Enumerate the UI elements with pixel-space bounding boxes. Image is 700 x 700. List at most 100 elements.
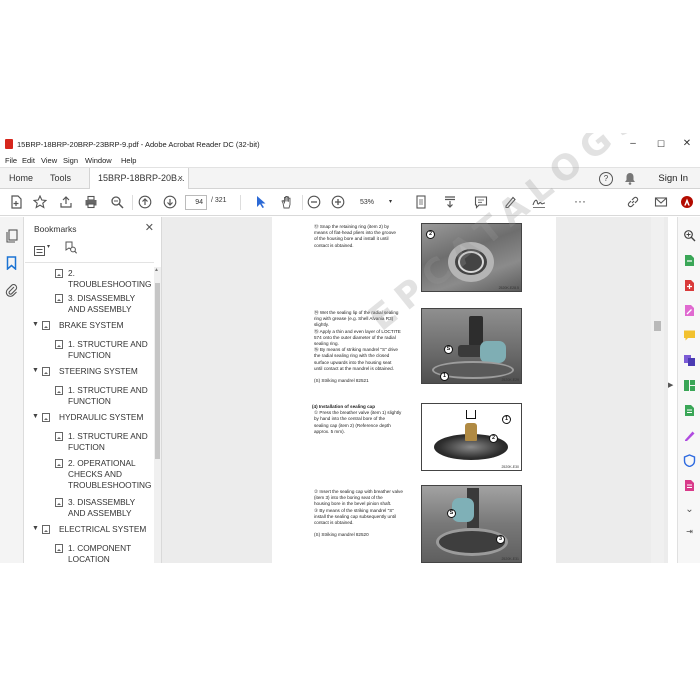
bookmark-component-location-b[interactable]: LOCATION xyxy=(68,554,110,563)
menu-help[interactable]: Help xyxy=(121,156,136,165)
tab-document[interactable]: 15BRP-18BRP-20B... × xyxy=(89,168,189,190)
zoom-out-icon[interactable] xyxy=(307,195,321,209)
page-thumbnails-icon[interactable] xyxy=(5,229,19,243)
search-icon[interactable] xyxy=(110,195,124,209)
bookmark-hydraulic-system[interactable]: HYDRAULIC SYSTEM xyxy=(59,412,143,423)
collapse-right-panel-icon[interactable]: ▶ xyxy=(668,381,673,389)
bookmarks-icon[interactable] xyxy=(6,256,17,271)
select-cursor-icon[interactable] xyxy=(254,195,268,209)
bookmark-electrical-system[interactable]: ELECTRICAL SYSTEM xyxy=(59,524,146,535)
steps-sealing-cap-install-text: ② Insert the sealing cap with breather v… xyxy=(314,489,403,538)
bookmark-brake-system[interactable]: BRAKE SYSTEM xyxy=(59,320,124,331)
page-fit-icon[interactable] xyxy=(414,195,428,209)
email-icon[interactable] xyxy=(654,195,668,209)
scan-ocr-icon[interactable] xyxy=(683,404,696,417)
tools-rail: ⌄ ⇥ xyxy=(677,217,700,563)
bookmark-steering-system[interactable]: STEERING SYSTEM xyxy=(59,366,138,377)
create-pdf-icon[interactable] xyxy=(9,195,23,209)
comment-tool-icon[interactable] xyxy=(683,329,696,342)
bookmark-troubleshooting-1b[interactable]: TROUBLESHOOTING xyxy=(68,279,151,290)
bookmark-component-location[interactable]: 1. COMPONENT xyxy=(68,543,131,554)
minimize-button[interactable]: – xyxy=(626,137,640,151)
bookmark-hydraulic-disassembly-b[interactable]: AND ASSEMBLY xyxy=(68,508,131,519)
bookmark-brake-structure[interactable]: 1. STRUCTURE AND xyxy=(68,339,148,350)
bookmark-hydraulic-structure[interactable]: 1. STRUCTURE AND xyxy=(68,431,148,442)
bookmark-icon xyxy=(42,367,50,376)
zoom-in-icon[interactable] xyxy=(331,195,345,209)
export-pdf-icon[interactable] xyxy=(683,254,696,267)
bookmark-disassembly-1[interactable]: 3. DISASSEMBLY xyxy=(68,293,135,304)
bookmark-steering-structure[interactable]: 1. STRUCTURE AND xyxy=(68,385,148,396)
steps-14-16-text: ⑭ Wet the sealing lip of the radial seal… xyxy=(314,310,401,384)
bookmarks-scroll-thumb[interactable] xyxy=(155,283,160,459)
chevron-down-icon[interactable]: ▼ xyxy=(32,413,39,420)
zoom-level-value: 53% xyxy=(360,199,375,206)
tab-bar: Home Tools 15BRP-18BRP-20B... × ? Sign I… xyxy=(0,167,700,190)
chevron-down-icon[interactable]: ▾ xyxy=(47,243,50,250)
previous-page-icon[interactable] xyxy=(138,195,152,209)
bookmark-star-icon[interactable] xyxy=(33,195,47,209)
edit-pdf-icon[interactable] xyxy=(683,304,696,317)
protect-icon[interactable] xyxy=(683,454,696,468)
bookmark-hydraulic-structure-b[interactable]: FUCTION xyxy=(68,442,105,453)
document-scrollbar[interactable] xyxy=(651,217,664,563)
zoom-level-select[interactable]: 53% ▾ xyxy=(352,195,402,210)
close-tab-icon[interactable]: × xyxy=(178,168,183,189)
organize-pages-icon[interactable] xyxy=(683,379,696,392)
signature-icon[interactable] xyxy=(532,195,546,209)
chevron-down-icon[interactable]: ▼ xyxy=(32,321,39,328)
upload-icon[interactable] xyxy=(59,195,73,209)
next-page-icon[interactable] xyxy=(163,195,177,209)
bookmark-troubleshooting-1[interactable]: 2. xyxy=(68,268,75,279)
find-bookmark-icon[interactable] xyxy=(65,241,78,254)
more-tools-button[interactable]: ··· xyxy=(574,194,586,208)
bookmark-brake-structure-b[interactable]: FUNCTION xyxy=(68,350,111,361)
hand-tool-icon[interactable] xyxy=(280,195,294,209)
help-icon[interactable]: ? xyxy=(599,172,613,186)
maximize-button[interactable]: ☐ xyxy=(654,137,668,151)
chevron-down-icon[interactable]: ⌄ xyxy=(683,504,696,517)
callout-3: 3 xyxy=(496,535,505,544)
menu-view[interactable]: View xyxy=(41,156,57,165)
bookmark-hydraulic-checks[interactable]: 2. OPERATIONAL xyxy=(68,458,136,469)
share-link-icon[interactable] xyxy=(626,195,640,209)
highlight-pen-icon[interactable] xyxy=(503,195,517,209)
bookmark-hydraulic-disassembly[interactable]: 3. DISASSEMBLY xyxy=(68,497,135,508)
adobe-account-icon[interactable] xyxy=(680,195,694,209)
close-panel-icon[interactable]: ✕ xyxy=(145,221,154,234)
sign-in-button[interactable]: Sign In xyxy=(658,168,688,189)
bookmark-hydraulic-checks-b[interactable]: CHECKS AND xyxy=(68,469,122,480)
fill-sign-icon[interactable] xyxy=(683,429,696,442)
bookmark-options-icon[interactable] xyxy=(34,243,45,256)
bookmark-icon xyxy=(42,413,50,422)
bookmark-hydraulic-checks-c[interactable]: TROUBLESHOOTING xyxy=(68,480,151,491)
callout-s: S xyxy=(444,345,453,354)
scroll-mode-icon[interactable] xyxy=(443,195,457,209)
create-pdf-tool-icon[interactable] xyxy=(683,279,696,292)
close-window-button[interactable]: ✕ xyxy=(680,137,694,151)
bookmarks-scrollbar[interactable]: ▲ xyxy=(154,267,161,563)
bookmark-steering-structure-b[interactable]: FUNCTION xyxy=(68,396,111,407)
acrobat-window: 15BRP-18BRP-20BRP-23BRP-9.pdf - Adobe Ac… xyxy=(0,133,700,563)
page-number-input[interactable]: 94 xyxy=(185,195,207,210)
chevron-down-icon[interactable]: ▼ xyxy=(32,525,39,532)
document-scroll-thumb[interactable] xyxy=(654,321,661,331)
print-icon[interactable] xyxy=(84,195,98,209)
attachments-icon[interactable] xyxy=(5,283,19,297)
expand-tools-icon[interactable]: ⇥ xyxy=(683,527,696,540)
menu-file[interactable]: File xyxy=(5,156,17,165)
menu-sign[interactable]: Sign xyxy=(63,156,78,165)
combine-files-icon[interactable] xyxy=(683,354,696,367)
search-tool-icon[interactable] xyxy=(683,229,696,242)
chevron-down-icon[interactable]: ▼ xyxy=(32,367,39,374)
scroll-up-icon[interactable]: ▲ xyxy=(154,267,159,273)
bookmark-disassembly-1b[interactable]: AND ASSEMBLY xyxy=(68,304,131,315)
tab-tools[interactable]: Tools xyxy=(50,168,71,189)
tab-home[interactable]: Home xyxy=(9,168,33,189)
prepare-form-icon[interactable] xyxy=(683,479,696,492)
menu-edit[interactable]: Edit xyxy=(22,156,35,165)
bell-icon[interactable] xyxy=(624,172,636,185)
window-title: 15BRP-18BRP-20BRP-23BRP-9.pdf - Adobe Ac… xyxy=(17,140,260,149)
comment-icon[interactable] xyxy=(474,195,488,209)
menu-window[interactable]: Window xyxy=(85,156,112,165)
